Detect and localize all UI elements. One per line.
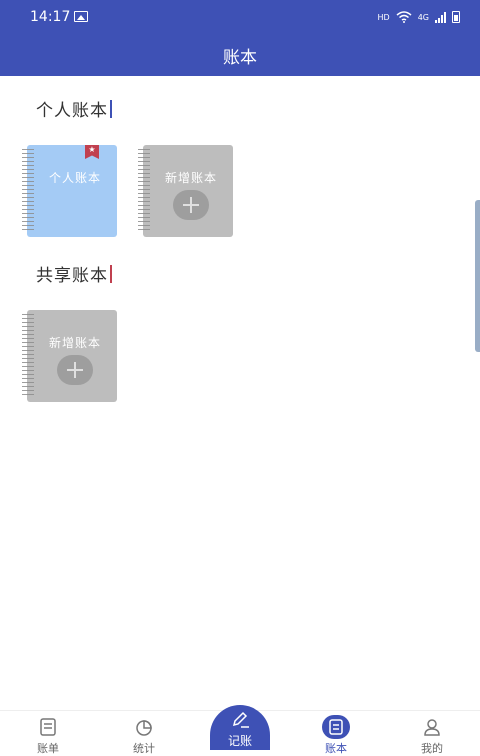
wifi-icon: [396, 11, 412, 23]
book-label: 个人账本: [48, 171, 101, 185]
bill-icon: [40, 718, 56, 736]
add-icon[interactable]: [57, 355, 93, 385]
pen-icon: [232, 711, 249, 728]
personal-section-label: 个人账本: [36, 101, 108, 121]
nav-label: 统计: [133, 742, 155, 755]
add-shared-book-card[interactable]: 新增账本: [22, 310, 117, 402]
default-bookmark-icon: ★: [85, 145, 99, 159]
4g-label: 4G: [417, 12, 429, 22]
shared-section-bar: [110, 264, 112, 283]
book-label: 新增账本: [164, 171, 217, 185]
battery-icon: [452, 11, 460, 23]
nav-label: 我的: [421, 742, 443, 755]
nav-label: 账本: [325, 742, 347, 755]
add-personal-book-card[interactable]: 新增账本: [138, 145, 233, 237]
scroll-handle[interactable]: [475, 200, 480, 352]
nav-label: 账单: [37, 742, 59, 755]
status-bar: 14:17 HD 4G: [0, 0, 480, 34]
shared-section-title: 共享账本: [36, 261, 112, 286]
page-title: 账本: [223, 48, 257, 68]
record-button-label: 记账: [227, 734, 252, 748]
status-time: 14:17: [30, 9, 71, 25]
pie-chart-icon: [136, 720, 152, 736]
signal-icon: [435, 11, 446, 23]
personal-book-card[interactable]: ★ 个人账本: [22, 145, 117, 237]
add-icon[interactable]: [173, 190, 209, 220]
personal-section-bar: [110, 99, 112, 118]
spiral-binding: [138, 149, 150, 233]
spiral-binding: [22, 314, 34, 398]
hd-label: HD: [377, 12, 390, 22]
book-icon: [329, 719, 343, 735]
shared-section-label: 共享账本: [36, 266, 108, 286]
user-icon: [424, 719, 440, 736]
app-bar: 账本: [0, 34, 480, 76]
book-label: 新增账本: [48, 336, 101, 350]
status-indicators: HD 4G: [378, 9, 460, 25]
personal-section-title: 个人账本: [36, 96, 112, 121]
image-notification-icon: [74, 11, 88, 22]
spiral-binding: [22, 149, 34, 233]
